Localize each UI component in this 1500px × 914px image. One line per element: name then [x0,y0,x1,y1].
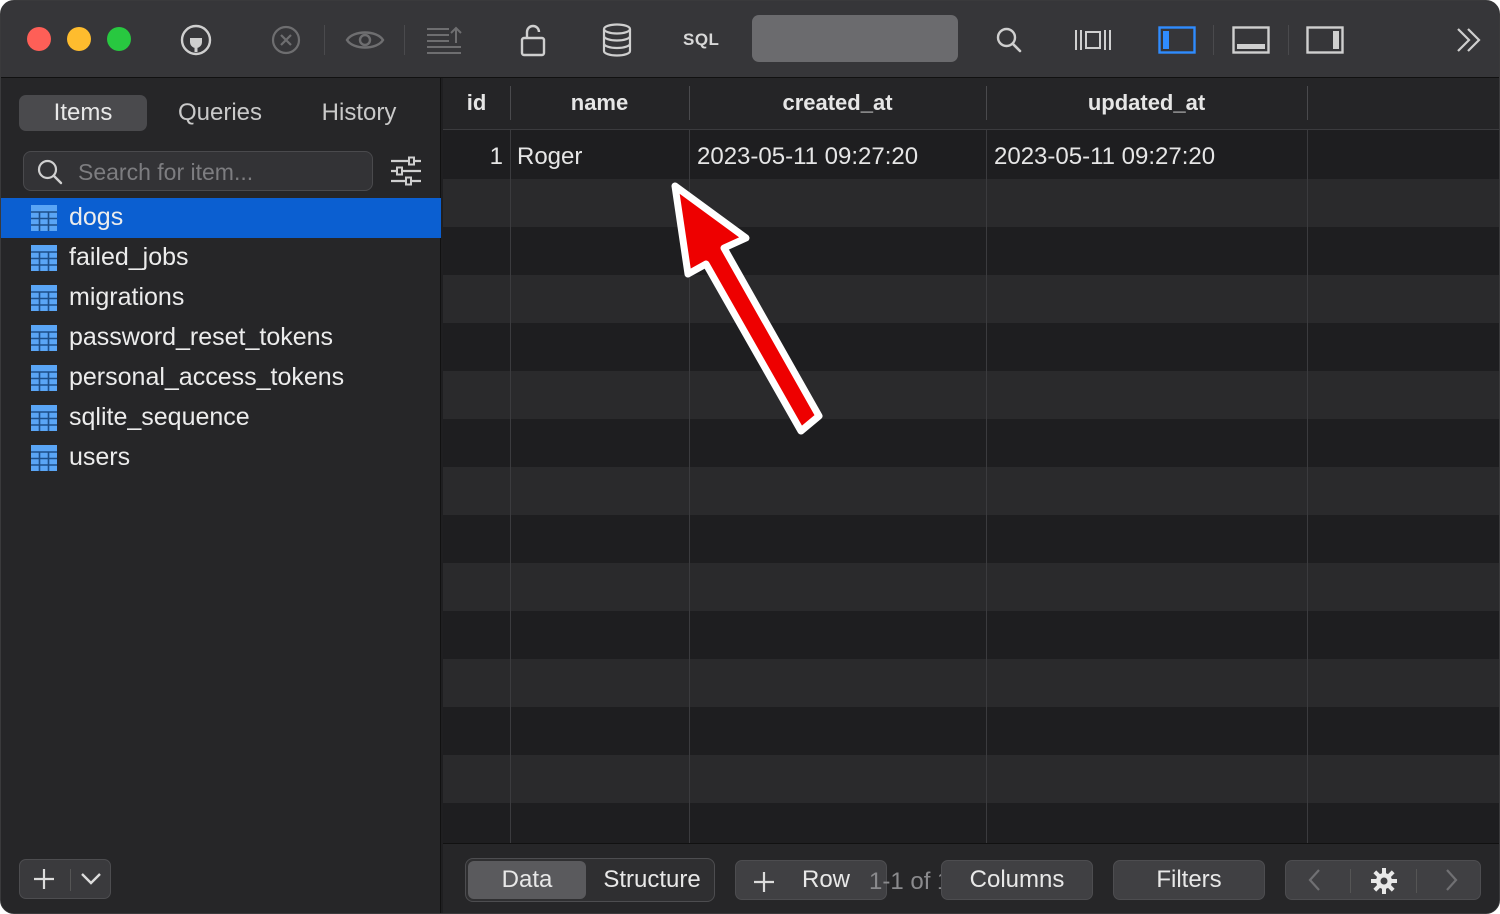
cell-updated-at[interactable]: 2023-05-11 09:27:20 [994,143,1215,171]
app-window: SQL Items Queries History Search for ite… [0,0,1500,914]
table-icon [31,205,57,236]
grid-row-stripe [443,659,1499,707]
sidebar-item-personal-access-tokens[interactable]: personal_access_tokens [1,358,441,398]
sidebar-item-sqlite-sequence[interactable]: sqlite_sequence [1,398,441,438]
grid-row-stripe [443,467,1499,515]
chevron-right-icon[interactable] [1442,868,1460,897]
cell-id[interactable]: 1 [443,143,503,171]
toolbar-search-field[interactable] [752,15,958,62]
gear-icon[interactable] [1370,867,1398,900]
column-resize-icon[interactable] [1071,21,1115,59]
sidebar-item-password-reset-tokens[interactable]: password_reset_tokens [1,318,441,358]
search-icon[interactable] [991,21,1027,59]
sidebar-item-label: failed_jobs [69,243,189,271]
columns-button[interactable]: Columns [941,860,1093,900]
sidebar-item-label: personal_access_tokens [69,363,345,391]
grid-row-stripe [443,563,1499,611]
column-header-created-at[interactable]: created_at [689,78,986,130]
toolbar-separator [1288,25,1289,55]
table-icon [31,405,57,436]
sidebar-item-migrations[interactable]: migrations [1,278,441,318]
add-item-control [19,859,111,899]
table-list: dogs failed_jobs migrations password_res… [1,198,441,478]
button-divider [70,869,71,891]
minimize-window-button[interactable] [67,27,91,51]
column-divider [986,86,987,843]
tab-items[interactable]: Items [19,95,147,131]
grid-row-stripe [443,275,1499,323]
filters-button[interactable]: Filters [1113,860,1265,900]
grid-row-stripe [443,755,1499,803]
tab-structure[interactable]: Structure [592,861,712,899]
table-icon [31,365,57,396]
table-icon [31,325,57,356]
plug-icon[interactable] [177,21,215,59]
left-panel-icon[interactable] [1157,21,1197,59]
bottom-bar: Data Structure Row 1-1 of 1 row Columns … [443,843,1499,913]
sidebar-item-users[interactable]: users [1,438,441,478]
lock-icon[interactable] [515,21,551,59]
list-export-icon[interactable] [424,21,464,59]
grid-row-stripe [443,371,1499,419]
pager-divider [1350,869,1351,893]
header-divider [510,86,511,120]
toolbar-separator [324,25,325,55]
view-switcher: Data Structure [465,858,715,902]
cell-created-at[interactable]: 2023-05-11 09:27:20 [697,143,918,171]
pager-divider [1416,869,1417,893]
table-icon [31,285,57,316]
column-header-name[interactable]: name [510,78,689,130]
column-header-updated-at[interactable]: updated_at [986,78,1307,130]
plus-icon [752,868,776,906]
data-grid: id name created_at updated_at 1 Roger 20… [443,78,1499,843]
search-input[interactable]: Search for item... [23,151,373,191]
pagination [1285,860,1481,900]
column-divider [1307,86,1308,843]
close-window-button[interactable] [27,27,51,51]
sidebar-item-dogs[interactable]: dogs [1,198,441,238]
sidebar-item-label: users [69,443,131,471]
chevron-down-icon[interactable] [80,870,102,893]
column-header-id[interactable]: id [443,78,510,130]
header-divider [689,86,690,120]
chevron-left-icon[interactable] [1306,868,1324,897]
sidebar-item-label: dogs [69,203,124,231]
table-icon [31,445,57,476]
bottom-panel-icon[interactable] [1231,21,1271,59]
zoom-window-button[interactable] [107,27,131,51]
search-icon [36,158,64,191]
column-divider [510,86,511,843]
right-panel-icon[interactable] [1305,21,1345,59]
cell-name[interactable]: Roger [517,143,582,171]
grid-row-stripe [443,179,1499,227]
tab-history[interactable]: History [297,95,421,131]
chevron-double-right-icon[interactable] [1451,21,1487,59]
sidebar-item-label: password_reset_tokens [69,323,334,351]
database-icon[interactable] [599,21,635,59]
plus-icon[interactable] [32,867,56,896]
close-circle-icon[interactable] [267,21,305,59]
filter-settings-icon[interactable] [389,156,423,191]
add-row-label: Row [802,866,851,893]
tab-queries[interactable]: Queries [157,95,283,131]
header-divider [986,86,987,120]
grid-header: id name created_at updated_at [443,78,1499,130]
search-placeholder: Search for item... [78,159,254,185]
table-icon [31,245,57,276]
toolbar-separator [1213,25,1214,55]
toolbar: SQL [1,1,1499,78]
sidebar: Items Queries History Search for item...… [1,78,441,913]
eye-icon[interactable] [343,21,387,59]
tab-data[interactable]: Data [468,861,586,899]
sql-button[interactable]: SQL [683,30,719,50]
header-divider [1307,86,1308,120]
sidebar-item-label: migrations [69,283,185,311]
sidebar-item-label: sqlite_sequence [69,403,250,431]
add-row-button[interactable]: Row [735,860,887,900]
column-divider [689,86,690,843]
toolbar-separator [404,25,405,55]
sidebar-item-failed-jobs[interactable]: failed_jobs [1,238,441,278]
